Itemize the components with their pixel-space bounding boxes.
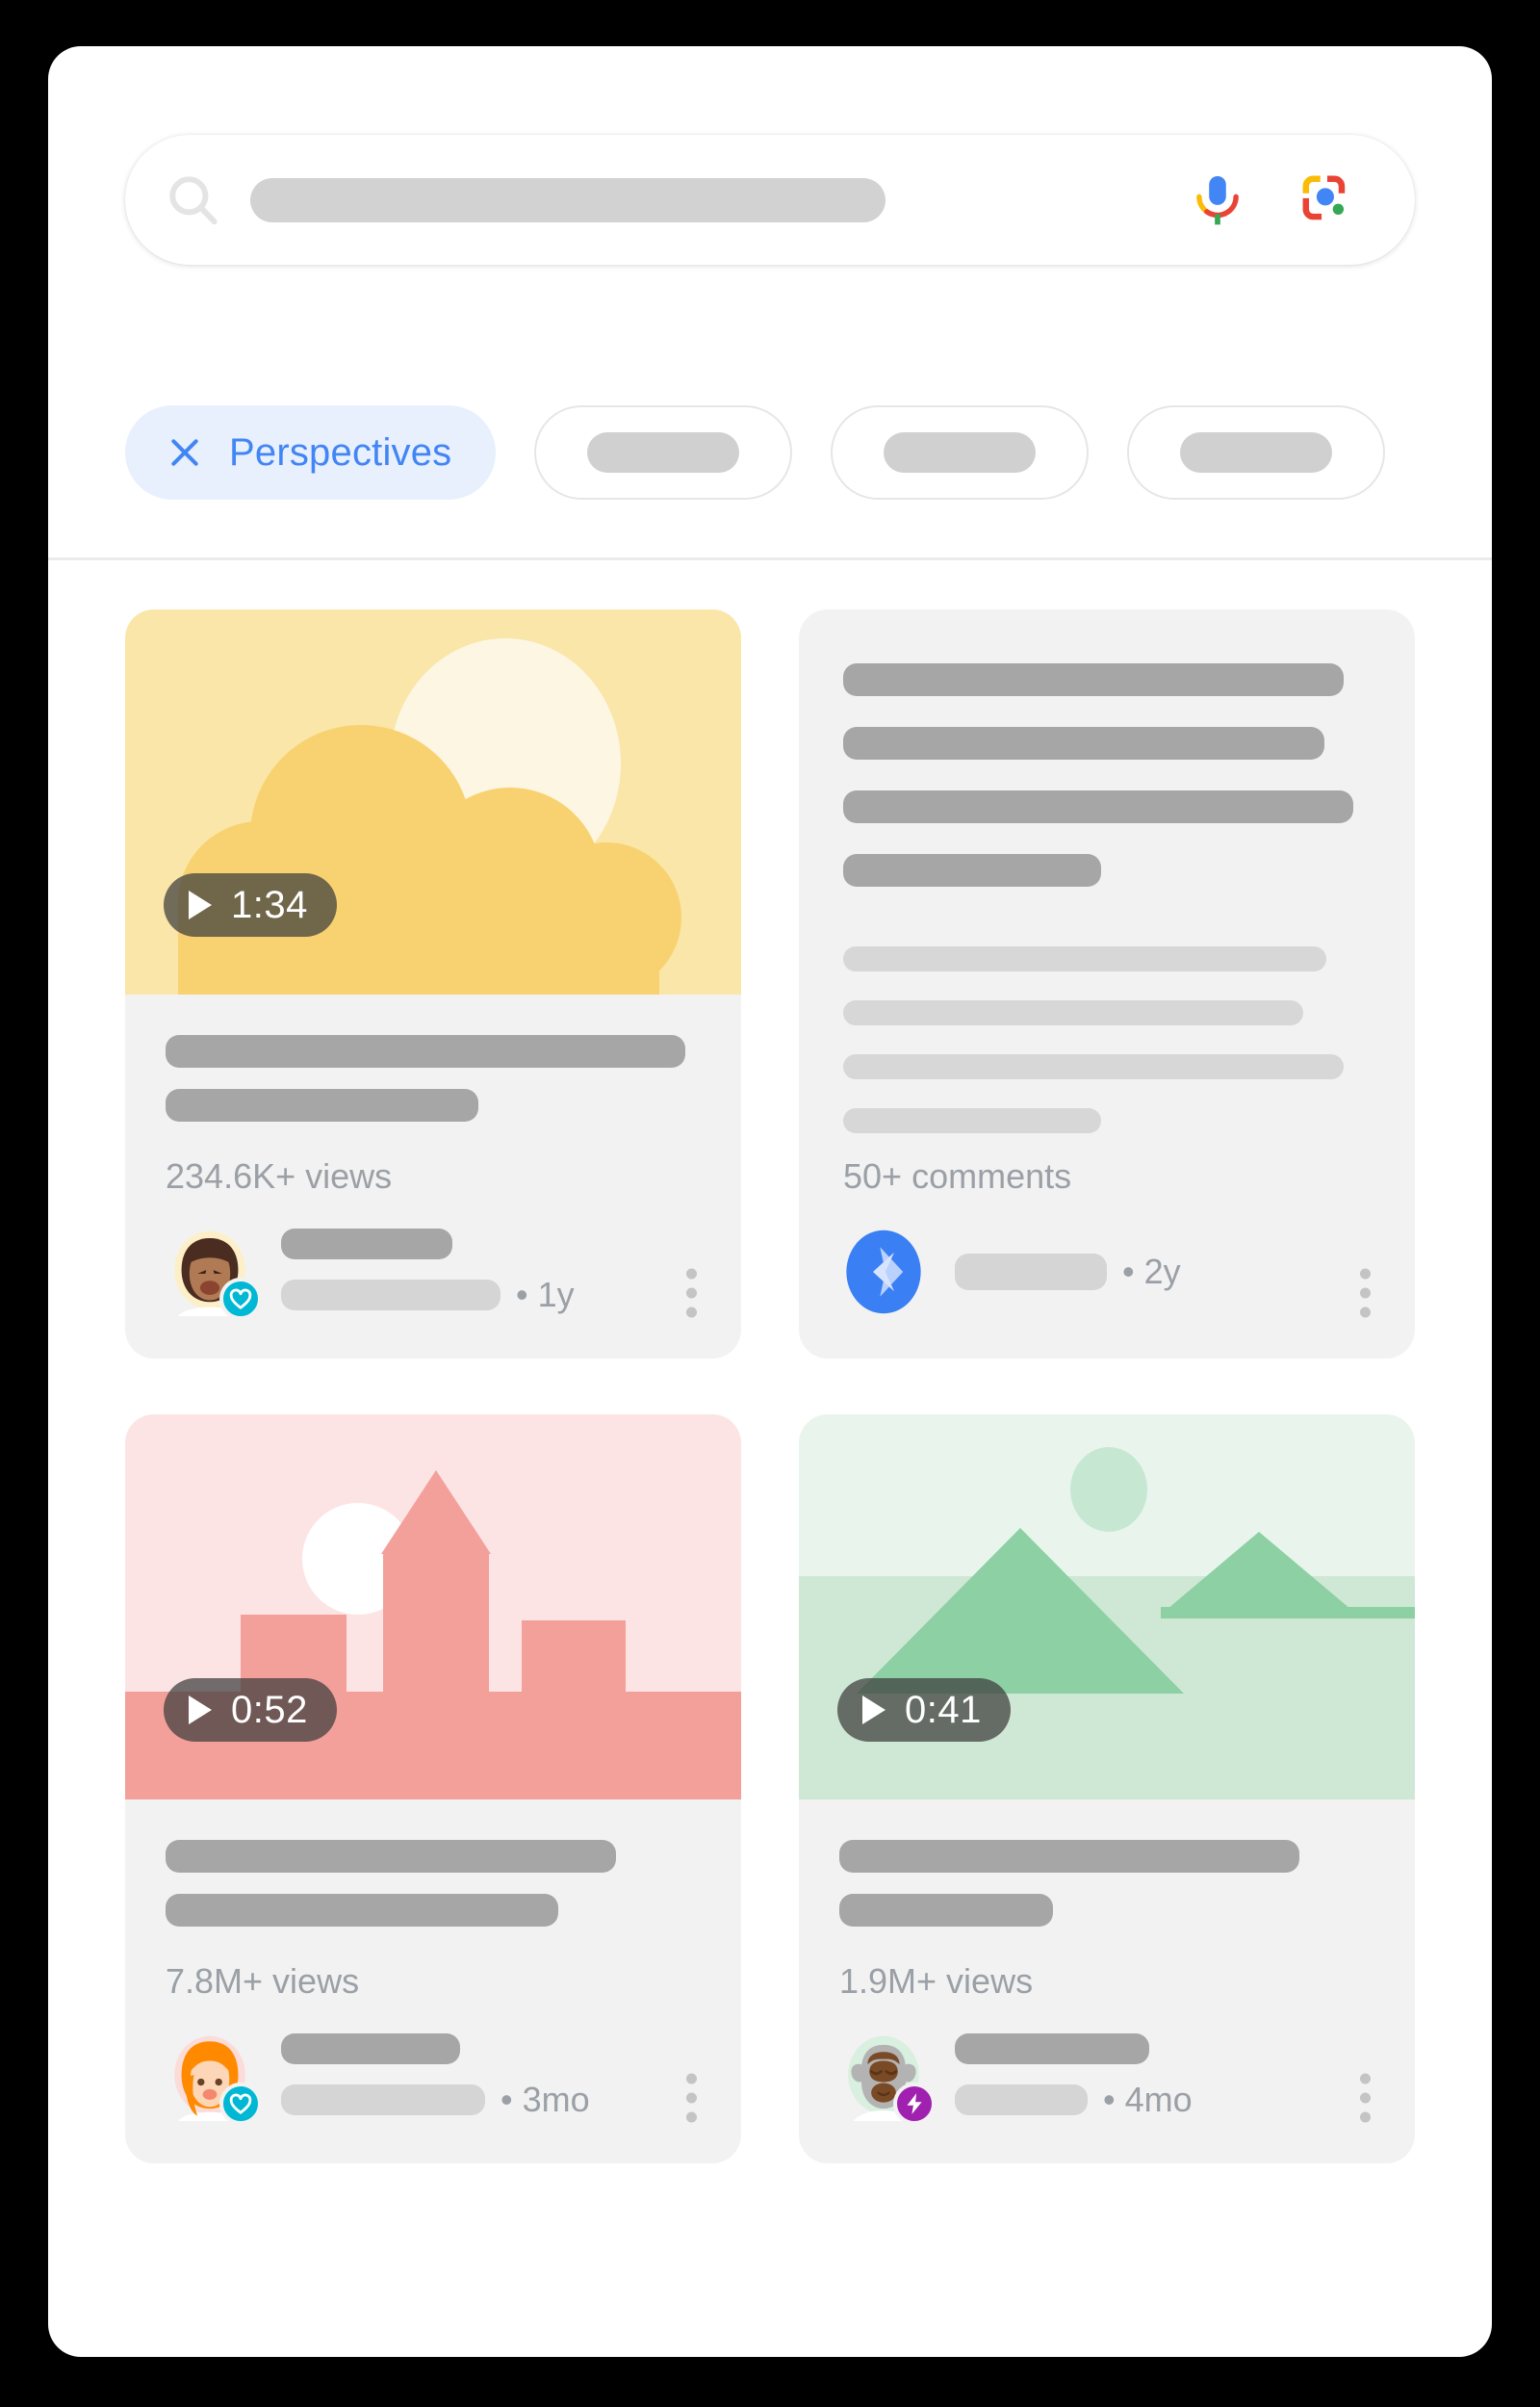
chip-perspectives-label: Perspectives	[229, 430, 452, 474]
avatar[interactable]	[839, 1228, 928, 1316]
source-placeholder	[955, 2084, 1088, 2115]
close-x-icon[interactable]	[166, 433, 204, 472]
video-duration-label: 0:41	[905, 1688, 982, 1731]
chip-perspectives[interactable]: Perspectives	[125, 405, 497, 500]
card-footer-lines: • 1y	[281, 1229, 575, 1315]
search-input[interactable]	[250, 177, 886, 222]
play-icon	[189, 891, 212, 919]
avatar[interactable]	[166, 1228, 262, 1320]
text-placeholder-line	[843, 1054, 1344, 1079]
card-body: 50+ comments	[799, 609, 1415, 1197]
author-placeholder	[281, 2033, 460, 2064]
avatar[interactable]	[839, 2032, 936, 2125]
card-age-label: • 2y	[1122, 1252, 1181, 1291]
title-placeholder-line	[166, 1035, 685, 1068]
title-placeholder-line	[839, 1840, 1299, 1873]
card-age-label: • 4mo	[1103, 2080, 1193, 2119]
card-footer: • 3mo	[125, 2032, 741, 2163]
avatar[interactable]	[166, 2032, 262, 2125]
search-icon	[164, 170, 223, 230]
more-options-icon[interactable]	[1360, 1268, 1371, 1318]
card-age-label: • 3mo	[500, 2080, 590, 2119]
title-placeholder-line	[839, 1894, 1053, 1927]
video-duration-badge: 1:34	[164, 873, 337, 937]
results-grid: 1:34 234.6K+ views • 1y 50+ comments • 2…	[125, 609, 1415, 2163]
text-placeholder-line	[843, 663, 1344, 696]
search-bar[interactable]	[125, 135, 1415, 265]
google-lens-icon[interactable]	[1297, 170, 1357, 230]
sun-and-clouds-illustration: 1:34	[125, 609, 741, 995]
more-options-icon[interactable]	[1360, 2073, 1371, 2123]
card-footer-lines: • 2y	[955, 1252, 1181, 1292]
card-meta-views: 7.8M+ views	[166, 1961, 360, 2001]
pink-cityscape-illustration: 0:52	[125, 1414, 741, 1799]
title-placeholder-line	[166, 1894, 558, 1927]
text-placeholder-line	[843, 790, 1353, 823]
more-options-icon[interactable]	[686, 1268, 697, 1318]
video-duration-badge: 0:52	[164, 1678, 337, 1742]
green-mountains-illustration: 0:41	[799, 1414, 1415, 1799]
video-duration-badge: 0:41	[837, 1678, 1011, 1742]
text-placeholder-line	[843, 946, 1326, 971]
text-placeholder-line	[843, 1000, 1303, 1025]
chip-placeholder-2[interactable]	[831, 405, 1090, 500]
title-placeholder-line	[166, 1840, 616, 1873]
card-footer: • 1y	[125, 1228, 741, 1359]
title-placeholder-line	[166, 1089, 478, 1122]
author-placeholder	[281, 1229, 452, 1259]
more-options-icon[interactable]	[686, 2073, 697, 2123]
play-icon	[189, 1695, 212, 1724]
source-placeholder	[281, 1280, 500, 1310]
chip-placeholder-3[interactable]	[1127, 405, 1386, 500]
heart-badge	[219, 2083, 262, 2125]
text-placeholder-line	[843, 1108, 1101, 1133]
text-placeholder-line	[843, 727, 1324, 760]
search-bar-container	[125, 135, 1415, 265]
card-meta-views: 234.6K+ views	[166, 1156, 393, 1196]
video-duration-label: 1:34	[231, 883, 308, 926]
card-body: 7.8M+ views	[125, 1799, 741, 2002]
source-placeholder	[281, 2084, 485, 2115]
author-placeholder	[955, 1254, 1107, 1290]
card-meta-comments: 50+ comments	[843, 1156, 1072, 1196]
result-card-video-sunset[interactable]: 1:34 234.6K+ views • 1y	[125, 609, 741, 1359]
filter-chips-row: Perspectives	[48, 395, 1492, 510]
video-duration-label: 0:52	[231, 1688, 308, 1731]
play-icon	[862, 1695, 886, 1724]
heart-badge	[219, 1278, 262, 1320]
search-actions	[1188, 170, 1373, 230]
lightning-badge	[893, 2083, 936, 2125]
result-card-text-discussion[interactable]: 50+ comments • 2y	[799, 609, 1415, 1359]
chip-placeholder-pill	[1180, 432, 1333, 473]
result-card-video-mountains[interactable]: 0:41 1.9M+ views • 4mo	[799, 1414, 1415, 2163]
chip-placeholder-pill	[587, 432, 740, 473]
card-footer: • 4mo	[799, 2032, 1415, 2163]
phone-viewport: Perspectives 1:34 234.6K+ views • 1y 50+…	[48, 46, 1492, 2357]
header-divider	[48, 557, 1492, 560]
card-footer: • 2y	[799, 1228, 1415, 1359]
result-card-video-city[interactable]: 0:52 7.8M+ views • 3mo	[125, 1414, 741, 2163]
author-placeholder	[955, 2033, 1149, 2064]
card-meta-views: 1.9M+ views	[839, 1961, 1034, 2001]
chip-placeholder-1[interactable]	[534, 405, 793, 500]
card-body: 234.6K+ views	[125, 995, 741, 1197]
card-footer-lines: • 4mo	[955, 2033, 1193, 2120]
microphone-icon[interactable]	[1188, 170, 1247, 230]
card-footer-lines: • 3mo	[281, 2033, 590, 2120]
card-body: 1.9M+ views	[799, 1799, 1415, 2002]
text-placeholder-line	[843, 854, 1101, 887]
chip-placeholder-pill	[884, 432, 1037, 473]
card-age-label: • 1y	[516, 1275, 575, 1314]
